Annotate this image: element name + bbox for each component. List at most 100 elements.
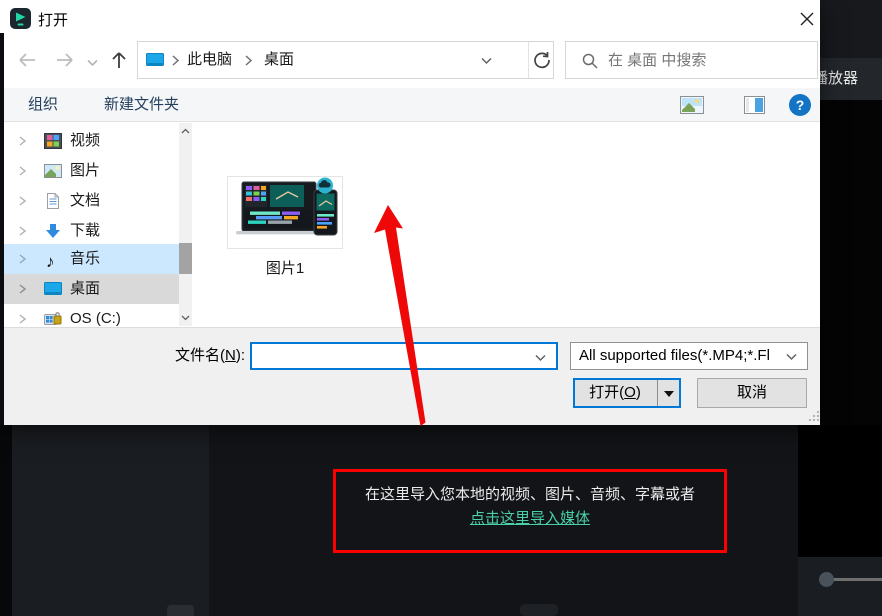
filename-label-post: ): bbox=[236, 347, 245, 364]
open-file-dialog: 打开 此电脑 bbox=[0, 0, 820, 425]
refresh-icon[interactable] bbox=[532, 50, 552, 70]
file-thumbnail bbox=[228, 177, 342, 248]
resize-grip[interactable] bbox=[808, 410, 821, 423]
zoom-slider-track[interactable] bbox=[827, 578, 882, 581]
drive-icon bbox=[44, 311, 62, 327]
filetype-value: All supported files(*.MP4;*.Fl bbox=[579, 343, 787, 369]
import-media-link[interactable]: 点击这里导入媒体 bbox=[470, 507, 590, 528]
help-glyph: ? bbox=[796, 97, 805, 113]
pictures-icon bbox=[44, 163, 62, 179]
editor-center-tab bbox=[520, 604, 558, 616]
divider bbox=[657, 380, 658, 406]
import-hint-text: 在这里导入您本地的视频、图片、音频、字幕或者 bbox=[336, 483, 724, 504]
breadcrumb-item-this-pc[interactable]: 此电脑 bbox=[187, 42, 232, 78]
dialog-title: 打开 bbox=[38, 9, 68, 30]
search-icon bbox=[581, 52, 599, 70]
desktop-icon bbox=[146, 53, 164, 68]
sidebar-item-label: 桌面 bbox=[70, 274, 100, 304]
sidebar-item-desktop[interactable]: 桌面 bbox=[4, 274, 179, 304]
new-folder-label: 新建文件夹 bbox=[104, 96, 179, 113]
editor-video-preview bbox=[798, 425, 882, 557]
desktop-icon bbox=[44, 281, 62, 297]
chevron-down-icon[interactable] bbox=[534, 354, 547, 363]
chevron-down-icon bbox=[785, 353, 798, 362]
views-dropdown-icon[interactable] bbox=[711, 101, 719, 118]
zoom-slider-handle[interactable] bbox=[819, 572, 834, 587]
expand-chevron-icon bbox=[18, 226, 27, 236]
new-folder-button[interactable]: 新建文件夹 bbox=[104, 88, 179, 121]
organize-label: 组织 bbox=[28, 96, 58, 113]
expand-chevron-icon bbox=[18, 136, 27, 146]
sidebar-item-label: 视频 bbox=[70, 126, 100, 156]
sidebar-item-os-c[interactable]: OS (C:) bbox=[4, 304, 179, 327]
downloads-icon bbox=[44, 223, 62, 239]
up-icon[interactable] bbox=[107, 48, 131, 72]
dialog-footer: 文件名(N): All supported files(*.MP4;*.Fl 打… bbox=[0, 327, 820, 425]
forward-icon[interactable] bbox=[53, 48, 77, 72]
sidebar-item-music[interactable]: ♪ 音乐 bbox=[4, 244, 179, 274]
expand-chevron-icon bbox=[18, 166, 27, 176]
documents-icon bbox=[44, 193, 62, 209]
editor-player-controls bbox=[798, 557, 882, 616]
search-box[interactable] bbox=[565, 41, 818, 79]
search-input[interactable] bbox=[608, 46, 808, 74]
editor-media-panel bbox=[12, 425, 209, 616]
filename-label: 文件名(N): bbox=[140, 342, 245, 370]
filename-label-key: N bbox=[225, 347, 236, 364]
breadcrumb-separator-icon bbox=[171, 54, 180, 67]
file-item[interactable]: 图片1 bbox=[228, 177, 342, 278]
organize-menu[interactable]: 组织 bbox=[28, 88, 71, 121]
videos-icon bbox=[44, 133, 62, 149]
sidebar-item-label: 图片 bbox=[70, 156, 100, 186]
views-icon[interactable] bbox=[680, 96, 704, 118]
preview-pane-icon[interactable] bbox=[744, 96, 765, 118]
filename-input[interactable] bbox=[256, 345, 526, 367]
breadcrumb-separator-icon bbox=[244, 54, 253, 67]
sidebar-item-documents[interactable]: 文档 bbox=[4, 186, 179, 216]
close-icon[interactable] bbox=[794, 6, 820, 32]
command-bar: 组织 新建文件夹 bbox=[4, 88, 820, 122]
sidebar-item-label: 文档 bbox=[70, 186, 100, 216]
sidebar-item-label: 下载 bbox=[70, 216, 100, 246]
scrollbar-thumb[interactable] bbox=[179, 243, 192, 274]
editor-edge-behind-dialog bbox=[0, 33, 4, 425]
open-button[interactable]: 打开(O) bbox=[573, 378, 681, 408]
expand-chevron-icon bbox=[18, 254, 27, 264]
open-dropdown-icon[interactable] bbox=[664, 391, 674, 397]
sidebar-item-downloads[interactable]: 下载 bbox=[4, 216, 179, 246]
breadcrumb-item-desktop[interactable]: 桌面 bbox=[264, 42, 294, 78]
editor-left-edge bbox=[0, 425, 12, 616]
editor-top-panel bbox=[820, 0, 882, 58]
file-name: 图片1 bbox=[228, 257, 342, 278]
filename-combobox[interactable] bbox=[250, 342, 558, 370]
open-button-label: 打开(O) bbox=[575, 380, 655, 406]
address-dropdown-chevron-icon[interactable] bbox=[480, 57, 493, 66]
editor-left-tab bbox=[167, 605, 194, 616]
player-tab-label: 播放器 bbox=[820, 58, 858, 100]
scroll-down-icon[interactable] bbox=[181, 315, 190, 321]
back-icon[interactable] bbox=[15, 48, 39, 72]
editor-preview-area bbox=[820, 100, 882, 425]
music-icon: ♪ bbox=[46, 247, 55, 277]
expand-chevron-icon bbox=[18, 196, 27, 206]
scroll-up-icon[interactable] bbox=[181, 128, 190, 134]
breadcrumb[interactable]: 此电脑 桌面 bbox=[137, 41, 554, 79]
filetype-combobox[interactable]: All supported files(*.MP4;*.Fl bbox=[570, 342, 808, 370]
expand-chevron-icon bbox=[18, 284, 27, 294]
open-label-pre: 打开( bbox=[589, 384, 624, 401]
expand-chevron-icon bbox=[18, 314, 27, 324]
divider bbox=[528, 42, 529, 78]
sidebar-item-pictures[interactable]: 图片 bbox=[4, 156, 179, 186]
sidebar-scrollbar[interactable] bbox=[179, 123, 192, 326]
cancel-button[interactable]: 取消 bbox=[697, 378, 807, 408]
screen: 播放器 在这里导入您本地的视频、图片、音频、字幕或者 点击这里导入媒体 打开 bbox=[0, 0, 882, 616]
open-label-post: ) bbox=[636, 384, 641, 401]
sidebar-item-videos[interactable]: 视频 bbox=[4, 126, 179, 156]
help-icon[interactable]: ? bbox=[789, 94, 811, 116]
recent-locations-chevron-icon[interactable] bbox=[86, 55, 99, 72]
player-tab[interactable]: 播放器 bbox=[820, 58, 882, 100]
sidebar-item-label: 音乐 bbox=[70, 244, 100, 274]
dialog-content: 视频 图片 文档 bbox=[0, 122, 820, 327]
app-icon bbox=[10, 8, 31, 29]
import-hint-annotation-box: 在这里导入您本地的视频、图片、音频、字幕或者 点击这里导入媒体 bbox=[333, 469, 727, 553]
